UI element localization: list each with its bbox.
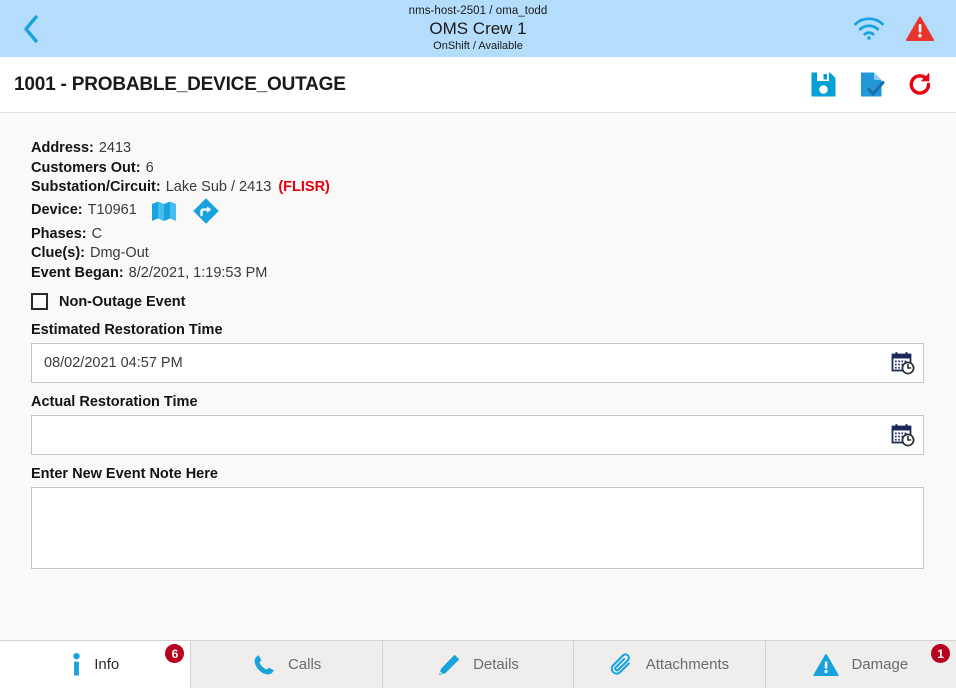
alert-button[interactable] [906,16,934,42]
directions-diamond-icon [193,198,219,224]
customers-out-row: Customers Out: 6 [31,159,926,179]
address-value: 2413 [98,140,132,156]
estimated-restoration-calendar-button[interactable] [890,350,916,376]
back-button[interactable] [0,0,60,57]
clues-value: Dmg-Out [89,245,149,261]
directions-button[interactable] [193,198,219,224]
tab-damage-badge: 1 [931,644,951,663]
actual-restoration-calendar-button[interactable] [890,422,916,448]
title-action-group [810,71,934,98]
non-outage-event-label: Non-Outage Event [59,293,186,310]
map-button[interactable] [151,200,177,222]
tab-info-label: Info [94,656,120,673]
device-row: Device: T10961 [31,198,926,225]
actual-restoration-field-label: Actual Restoration Time [31,394,198,410]
substation-label: Substation/Circuit: [31,179,161,195]
flisr-flag: (FLISR) [278,179,330,195]
calendar-clock-icon [891,424,915,447]
warning-triangle-icon [906,16,934,41]
tab-info[interactable]: Info 6 [0,641,192,688]
document-check-button[interactable] [859,71,885,98]
phases-value: C [91,225,103,242]
substation-value: Lake Sub / 2413 [165,179,272,195]
tab-damage-label: Damage [851,656,909,673]
chevron-left-icon [23,14,38,43]
wifi-button[interactable] [854,17,884,40]
tab-calls-label: Calls [287,656,322,673]
crew-status-label: OnShift / Available [433,40,523,52]
customers-out-value: 6 [145,159,154,176]
phases-label: Phases: [31,225,87,242]
calendar-clock-icon [891,352,915,375]
paperclip-icon [610,652,634,677]
event-began-label: Event Began: [31,264,124,281]
tab-attachments[interactable]: Attachments [574,641,766,688]
save-button[interactable] [810,71,837,98]
wifi-icon [854,17,884,40]
tab-details-label: Details [473,656,519,673]
actual-restoration-input[interactable] [31,415,924,455]
tab-attachments-label: Attachments [645,656,730,673]
estimated-restoration-input[interactable] [31,343,924,383]
estimated-restoration-field-label: Estimated Restoration Time [31,322,223,338]
page-title: 1001 - PROBABLE_DEVICE_OUTAGE [14,73,346,95]
tab-info-badge: 6 [165,644,185,663]
host-user-label: nms-host-2501 / oma_todd [408,5,548,17]
pencil-icon [437,653,461,677]
clues-row: Clue(s): Dmg-Out [31,244,926,264]
crew-info-block: nms-host-2501 / oma_todd OMS Crew 1 OnSh… [0,4,956,53]
non-outage-event-row[interactable]: Non-Outage Event [31,293,926,310]
tab-damage[interactable]: Damage 1 [765,641,956,688]
phone-icon [252,653,276,677]
event-details-list: Address: 2413 Customers Out: 6 Substatio… [31,139,926,283]
device-label: Device: [31,202,83,219]
info-icon [71,652,82,677]
warning-triangle-icon [813,653,839,677]
app-root: nms-host-2501 / oma_todd OMS Crew 1 OnSh… [0,0,956,688]
event-note-textarea[interactable] [31,487,924,569]
device-icon-group [151,198,219,224]
substation-circuit-row: Substation/Circuit: Lake Sub / 2413 (FLI… [31,178,926,198]
tab-calls[interactable]: Calls [191,641,383,688]
actual-restoration-field-wrap [31,415,926,455]
map-icon [151,201,176,221]
device-value: T10961 [87,202,137,219]
event-note-field-label: Enter New Event Note Here [31,466,218,482]
crew-name-label: OMS Crew 1 [429,19,527,38]
refresh-redo-icon [909,72,931,95]
main-content: Address: 2413 Customers Out: 6 Substatio… [0,113,956,640]
tab-details[interactable]: Details [382,641,575,688]
document-check-icon [861,72,885,97]
bottom-tab-bar: Info 6 Calls Details Attachments Damage … [0,640,956,688]
address-row: Address: 2413 [31,139,926,159]
clues-label: Clue(s): [31,245,85,261]
event-began-value: 8/2/2021, 1:19:53 PM [128,264,268,281]
non-outage-event-checkbox[interactable] [31,293,48,310]
title-bar: 1001 - PROBABLE_DEVICE_OUTAGE [0,57,956,113]
event-began-row: Event Began: 8/2/2021, 1:19:53 PM [31,264,926,284]
status-icon-group [854,0,934,57]
phases-row: Phases: C [31,225,926,245]
save-floppy-icon [811,72,836,97]
customers-out-label: Customers Out: [31,159,141,176]
status-header: nms-host-2501 / oma_todd OMS Crew 1 OnSh… [0,0,956,57]
refresh-button[interactable] [907,71,934,98]
estimated-restoration-field-wrap [31,343,926,383]
address-label: Address: [31,140,94,156]
